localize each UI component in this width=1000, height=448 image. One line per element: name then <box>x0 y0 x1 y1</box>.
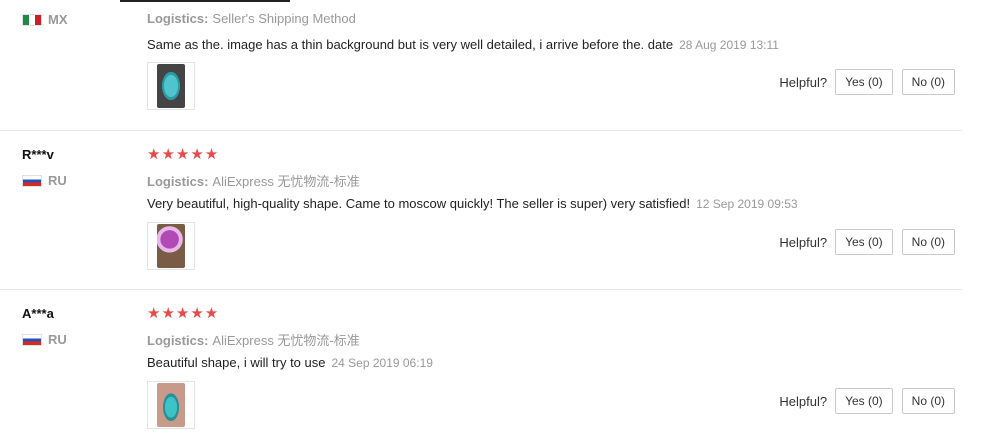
review-item: MX Logistics: Seller's Shipping Method Sa… <box>0 0 1000 131</box>
review-text: Beautiful shape, i will try to use <box>147 355 326 370</box>
review-date: 28 Aug 2019 13:11 <box>679 38 779 52</box>
logistics-info: Logistics: AliExpress 无忧物流-标准 <box>147 330 360 349</box>
helpful-label: Helpful? <box>779 393 828 409</box>
russia-flag-icon <box>22 174 42 187</box>
buyer-name: A***a <box>22 306 54 321</box>
russia-flag-icon <box>22 333 42 346</box>
review-photo-thumbnail[interactable] <box>147 222 195 270</box>
logistics-label: Logistics: <box>147 11 209 26</box>
review-photo <box>157 383 185 427</box>
helpful-no-button[interactable]: No (0) <box>901 229 955 255</box>
review-text-line: Beautiful shape, i will try to use 24 Sep… <box>147 355 433 370</box>
mexico-flag-icon <box>22 13 42 26</box>
buyer-country: RU <box>22 332 67 347</box>
review-item: R***v RU ★★★★★ Logistics: AliExpress 无忧物流… <box>0 131 1000 290</box>
star-rating: ★★★★★ <box>147 305 220 322</box>
logistics-label: Logistics: <box>147 174 209 189</box>
country-code: RU <box>48 173 67 188</box>
helpful-controls: Helpful? Yes (0) No (0) <box>779 229 955 255</box>
helpful-no-button[interactable]: No (0) <box>901 69 955 95</box>
review-text: Same as the. image has a thin background… <box>147 37 674 52</box>
reviews-page: MX Logistics: Seller's Shipping Method Sa… <box>0 0 1000 448</box>
helpful-yes-button[interactable]: Yes (0) <box>835 388 893 414</box>
review-item: A***a RU ★★★★★ Logistics: AliExpress 无忧物流… <box>0 290 1000 448</box>
buyer-country: RU <box>22 173 67 188</box>
logistics-value: AliExpress 无忧物流-标准 <box>212 174 360 189</box>
review-text: Very beautiful, high-quality shape. Came… <box>147 196 691 211</box>
helpful-no-button[interactable]: No (0) <box>901 388 955 414</box>
review-date: 12 Sep 2019 09:53 <box>696 197 798 211</box>
helpful-controls: Helpful? Yes (0) No (0) <box>779 69 955 95</box>
logistics-value: AliExpress 无忧物流-标准 <box>212 333 360 348</box>
buyer-country: MX <box>22 12 68 27</box>
helpful-label: Helpful? <box>779 234 828 250</box>
helpful-controls: Helpful? Yes (0) No (0) <box>779 388 955 414</box>
logistics-value: Seller's Shipping Method <box>212 11 356 26</box>
review-date: 24 Sep 2019 06:19 <box>331 356 433 370</box>
review-photo-thumbnail[interactable] <box>147 381 195 429</box>
country-code: MX <box>48 12 68 27</box>
logistics-label: Logistics: <box>147 333 209 348</box>
helpful-yes-button[interactable]: Yes (0) <box>835 229 893 255</box>
logistics-info: Logistics: Seller's Shipping Method <box>147 11 356 26</box>
review-photo <box>157 64 185 108</box>
logistics-info: Logistics: AliExpress 无忧物流-标准 <box>147 171 360 190</box>
review-text-line: Very beautiful, high-quality shape. Came… <box>147 196 798 211</box>
review-text-line: Same as the. image has a thin background… <box>147 37 779 52</box>
review-photo <box>157 224 185 268</box>
helpful-label: Helpful? <box>779 74 828 90</box>
buyer-name: R***v <box>22 147 54 162</box>
helpful-yes-button[interactable]: Yes (0) <box>835 69 893 95</box>
country-code: RU <box>48 332 67 347</box>
review-photo-thumbnail[interactable] <box>147 62 195 110</box>
star-rating: ★★★★★ <box>147 146 220 163</box>
